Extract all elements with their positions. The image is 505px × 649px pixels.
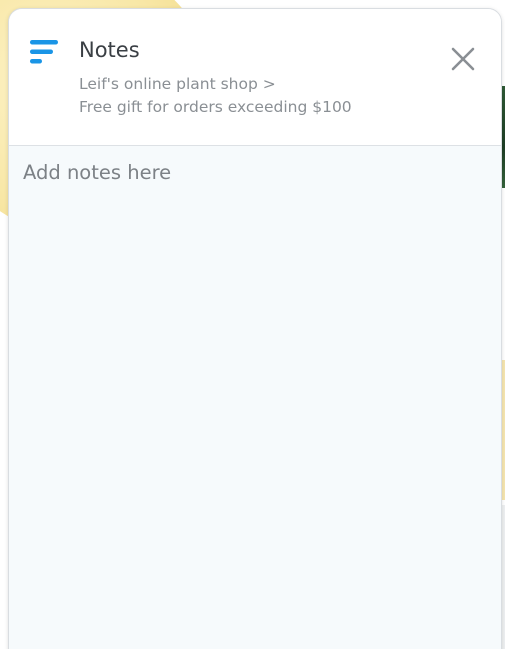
notes-lines-icon xyxy=(29,39,59,65)
notes-panel: Notes Leif's online plant shop > Free gi… xyxy=(8,8,502,649)
panel-title: Notes xyxy=(79,38,140,62)
breadcrumb: Leif's online plant shop > Free gift for… xyxy=(79,73,352,119)
breadcrumb-shop: Leif's online plant shop > xyxy=(79,75,276,93)
breadcrumb-item: Free gift for orders exceeding $100 xyxy=(79,98,352,116)
notes-panel-header: Notes Leif's online plant shop > Free gi… xyxy=(9,9,501,146)
close-icon xyxy=(447,47,479,78)
close-button[interactable] xyxy=(447,43,479,75)
notes-input[interactable] xyxy=(9,146,501,649)
